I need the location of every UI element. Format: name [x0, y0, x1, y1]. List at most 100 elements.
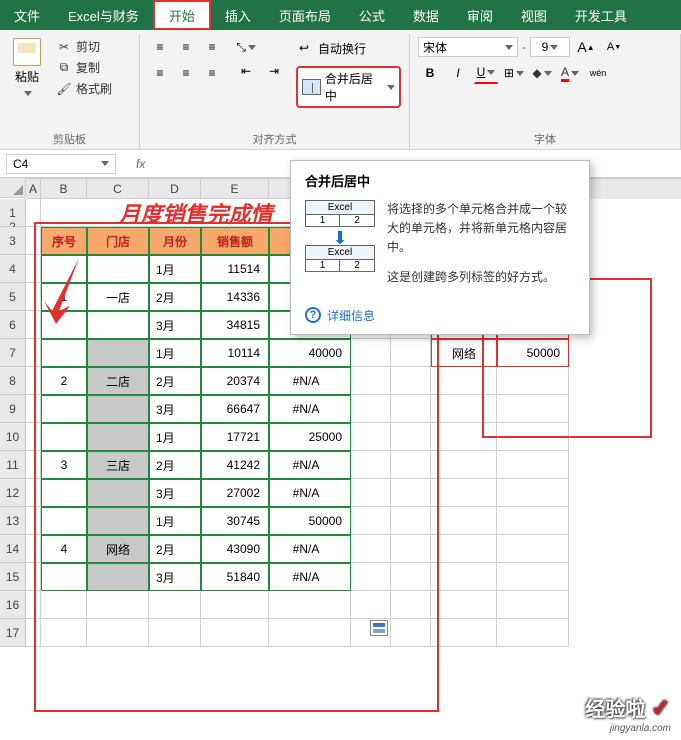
cell[interactable]: #N/A	[269, 395, 351, 423]
increase-indent-button[interactable]: ⇥	[262, 60, 286, 82]
row-header[interactable]: 9	[0, 395, 26, 423]
cell[interactable]	[497, 423, 569, 451]
cell[interactable]	[497, 563, 569, 591]
cell[interactable]: 一店	[87, 283, 149, 311]
col-header-C[interactable]: C	[87, 179, 149, 199]
cell[interactable]: #N/A	[269, 479, 351, 507]
cell[interactable]	[351, 339, 391, 367]
cell[interactable]	[87, 619, 149, 647]
cell[interactable]: 41242	[201, 451, 269, 479]
cell[interactable]	[351, 451, 391, 479]
phonetic-button[interactable]: wén	[586, 62, 610, 84]
cell[interactable]	[26, 339, 41, 367]
cell[interactable]: 50000	[269, 507, 351, 535]
cell[interactable]: 50000	[497, 339, 569, 367]
cut-button[interactable]: ✂剪切	[52, 36, 116, 57]
cell[interactable]	[26, 367, 41, 395]
border-button[interactable]: ⊞	[502, 62, 526, 84]
cell[interactable]: 66647	[201, 395, 269, 423]
cell[interactable]: 2月	[149, 535, 201, 563]
wrap-text-button[interactable]: ↩ 自动换行	[296, 36, 401, 60]
cell[interactable]	[26, 283, 41, 311]
cell[interactable]	[351, 535, 391, 563]
cell[interactable]	[351, 367, 391, 395]
cell[interactable]: #N/A	[269, 563, 351, 591]
format-painter-button[interactable]: 🖌格式刷	[52, 78, 116, 99]
cell[interactable]: 2月	[149, 451, 201, 479]
cell[interactable]	[351, 507, 391, 535]
cell[interactable]	[497, 591, 569, 619]
cell[interactable]	[201, 619, 269, 647]
cell[interactable]: 17721	[201, 423, 269, 451]
cell[interactable]	[497, 619, 569, 647]
cell[interactable]	[351, 423, 391, 451]
cell[interactable]: 14336	[201, 283, 269, 311]
align-right-button[interactable]: ≡	[200, 62, 224, 84]
cell[interactable]	[87, 255, 149, 283]
cell[interactable]	[26, 563, 41, 591]
cell[interactable]	[26, 423, 41, 451]
cell[interactable]: 1月	[149, 339, 201, 367]
cell[interactable]	[87, 311, 149, 339]
cell[interactable]	[431, 591, 497, 619]
cell[interactable]	[87, 479, 149, 507]
cell[interactable]	[41, 423, 87, 451]
cell[interactable]: 4	[41, 535, 87, 563]
cell[interactable]: 3月	[149, 479, 201, 507]
tab-file[interactable]: 文件	[0, 0, 54, 30]
cell[interactable]	[431, 451, 497, 479]
cell[interactable]	[26, 311, 41, 339]
cell[interactable]: 销售额	[201, 227, 269, 255]
cell[interactable]: #N/A	[269, 451, 351, 479]
cell[interactable]: 月份	[149, 227, 201, 255]
cell[interactable]: 30745	[201, 507, 269, 535]
cell[interactable]: 43090	[201, 535, 269, 563]
cell[interactable]	[391, 395, 431, 423]
cell[interactable]	[269, 619, 351, 647]
row-header[interactable]: 14	[0, 535, 26, 563]
cell[interactable]: 11514	[201, 255, 269, 283]
cell[interactable]	[431, 423, 497, 451]
align-bottom-button[interactable]: ≡	[200, 36, 224, 58]
cell[interactable]	[201, 591, 269, 619]
cell[interactable]	[351, 395, 391, 423]
cell[interactable]	[87, 423, 149, 451]
cell[interactable]	[497, 507, 569, 535]
cell[interactable]	[431, 479, 497, 507]
cell[interactable]: 1月	[149, 507, 201, 535]
row-header[interactable]: 11	[0, 451, 26, 479]
cell[interactable]: 1月	[149, 423, 201, 451]
cell[interactable]: #N/A	[269, 367, 351, 395]
cell[interactable]	[351, 563, 391, 591]
cell[interactable]: 网络	[431, 339, 497, 367]
copy-button[interactable]: ⧉复制	[52, 57, 116, 78]
cell[interactable]	[391, 535, 431, 563]
tab-home[interactable]: 开始	[153, 0, 211, 30]
row-header[interactable]: 17	[0, 619, 26, 647]
cell[interactable]	[391, 339, 431, 367]
chevron-down-icon[interactable]	[387, 85, 395, 90]
name-box[interactable]: C4	[6, 154, 116, 174]
merge-center-button[interactable]: 合并后居中	[296, 66, 401, 108]
fx-label[interactable]: fx	[136, 157, 145, 171]
col-header-B[interactable]: B	[41, 179, 87, 199]
tab-formulas[interactable]: 公式	[345, 0, 399, 30]
row-header[interactable]: 4	[0, 255, 26, 283]
paste-options-icon[interactable]	[370, 620, 388, 636]
row-header[interactable]: 10	[0, 423, 26, 451]
cell[interactable]: 序号	[41, 227, 87, 255]
cell[interactable]	[26, 507, 41, 535]
cell[interactable]	[87, 591, 149, 619]
cell[interactable]: 51840	[201, 563, 269, 591]
cell[interactable]	[26, 395, 41, 423]
cell[interactable]: 3月	[149, 311, 201, 339]
col-header-D[interactable]: D	[149, 179, 201, 199]
font-size-select[interactable]: 9	[530, 37, 570, 57]
cell[interactable]	[87, 339, 149, 367]
cell[interactable]: 门店	[87, 227, 149, 255]
align-center-button[interactable]: ≡	[174, 62, 198, 84]
tab-page-layout[interactable]: 页面布局	[265, 0, 345, 30]
cell[interactable]	[26, 479, 41, 507]
tab-data[interactable]: 数据	[399, 0, 453, 30]
cell[interactable]	[87, 507, 149, 535]
